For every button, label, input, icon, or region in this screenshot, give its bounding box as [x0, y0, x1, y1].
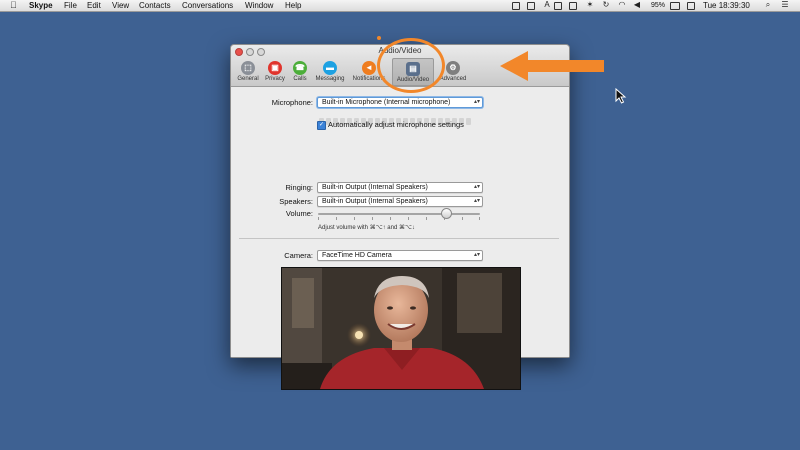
camera-preview-image [282, 268, 520, 389]
gear-icon: ⚙ [446, 61, 460, 75]
annotation-dot [377, 36, 381, 40]
lock-icon: ▣ [268, 61, 282, 75]
battery-percent[interactable]: 95% [651, 0, 665, 11]
spotlight-icon[interactable]: ⌕ [764, 1, 772, 9]
input-source-icon[interactable] [687, 2, 695, 10]
auto-adjust-checkbox[interactable]: ✓ [317, 121, 326, 130]
status-camera-icon[interactable] [527, 2, 535, 10]
speakers-select-value: Built-in Output (Internal Speakers) [322, 198, 428, 205]
volume-ticks [318, 217, 480, 220]
camera-label: Camera: [284, 251, 313, 260]
microphone-select-value: Built-in Microphone (Internal microphone… [322, 99, 451, 106]
microphone-label: Microphone: [271, 98, 313, 107]
menu-bar:  Skype File Edit View Contacts Conversa… [0, 0, 800, 12]
menu-app-name[interactable]: Skype [29, 0, 53, 11]
volume-hint: Adjust volume with ⌘⌥↑ and ⌘⌥↓ [318, 225, 415, 231]
popup-arrows-icon: ▴▾ [473, 198, 480, 204]
battery-icon[interactable] [670, 2, 680, 10]
ringing-select[interactable]: Built-in Output (Internal Speakers) ▴▾ [317, 182, 483, 193]
popup-arrows-icon: ▴▾ [473, 184, 480, 190]
annotation-circle [377, 38, 445, 93]
status-adobe-icon[interactable]: A [543, 1, 551, 9]
apple-icon[interactable]:  [10, 0, 17, 11]
chat-icon: ▬ [323, 61, 337, 75]
menu-view[interactable]: View [112, 0, 129, 11]
speakers-label: Speakers: [279, 197, 313, 206]
volume-label: Volume: [285, 209, 313, 218]
volume-slider[interactable] [318, 213, 480, 215]
camera-select[interactable]: FaceTime HD Camera ▴▾ [317, 250, 483, 261]
phone-icon: ☎ [293, 61, 307, 75]
menu-window[interactable]: Window [245, 0, 273, 11]
general-icon: ⬚ [241, 61, 255, 75]
volume-icon[interactable]: ◀ [633, 1, 641, 9]
section-divider [239, 238, 559, 239]
menu-contacts[interactable]: Contacts [139, 0, 171, 11]
wifi-icon[interactable]: ◠ [618, 1, 626, 9]
tab-messaging[interactable]: ▬ Messaging [313, 61, 347, 82]
tab-messaging-label: Messaging [315, 76, 345, 82]
bluetooth-icon[interactable]: ✶ [586, 1, 594, 9]
menubar-clock[interactable]: Tue 18:39:30 [703, 0, 750, 11]
microphone-level-meter [319, 112, 473, 125]
ringing-label: Ringing: [285, 183, 313, 192]
annotation-arrow [500, 51, 604, 81]
status-one-icon[interactable] [554, 2, 562, 10]
mouse-cursor-icon [615, 88, 627, 104]
speakers-select[interactable]: Built-in Output (Internal Speakers) ▴▾ [317, 196, 483, 207]
camera-select-value: FaceTime HD Camera [322, 252, 392, 259]
microphone-select[interactable]: Built-in Microphone (Internal microphone… [317, 97, 483, 108]
tab-calls-label: Calls [293, 76, 307, 82]
ringing-select-value: Built-in Output (Internal Speakers) [322, 184, 428, 191]
menu-help[interactable]: Help [285, 0, 301, 11]
notification-center-icon[interactable]: ☰ [781, 1, 789, 9]
audio-video-pane: Microphone: Built-in Microphone (Interna… [231, 87, 569, 390]
popup-arrows-icon: ▴▾ [473, 252, 480, 258]
megaphone-icon: ◄ [362, 61, 376, 75]
camera-preview [281, 267, 521, 390]
volume-slider-knob[interactable] [441, 208, 452, 219]
menu-conversations[interactable]: Conversations [182, 0, 233, 11]
status-check-icon[interactable] [512, 2, 520, 10]
time-machine-icon[interactable]: ↻ [602, 1, 610, 9]
popup-arrows-icon: ▴▾ [473, 99, 480, 105]
status-screens-icon[interactable] [569, 2, 577, 10]
tab-calls[interactable]: ☎ Calls [283, 61, 317, 82]
auto-adjust-label[interactable]: Automatically adjust microphone settings [328, 120, 464, 129]
menu-file[interactable]: File [64, 0, 77, 11]
menu-edit[interactable]: Edit [87, 0, 101, 11]
